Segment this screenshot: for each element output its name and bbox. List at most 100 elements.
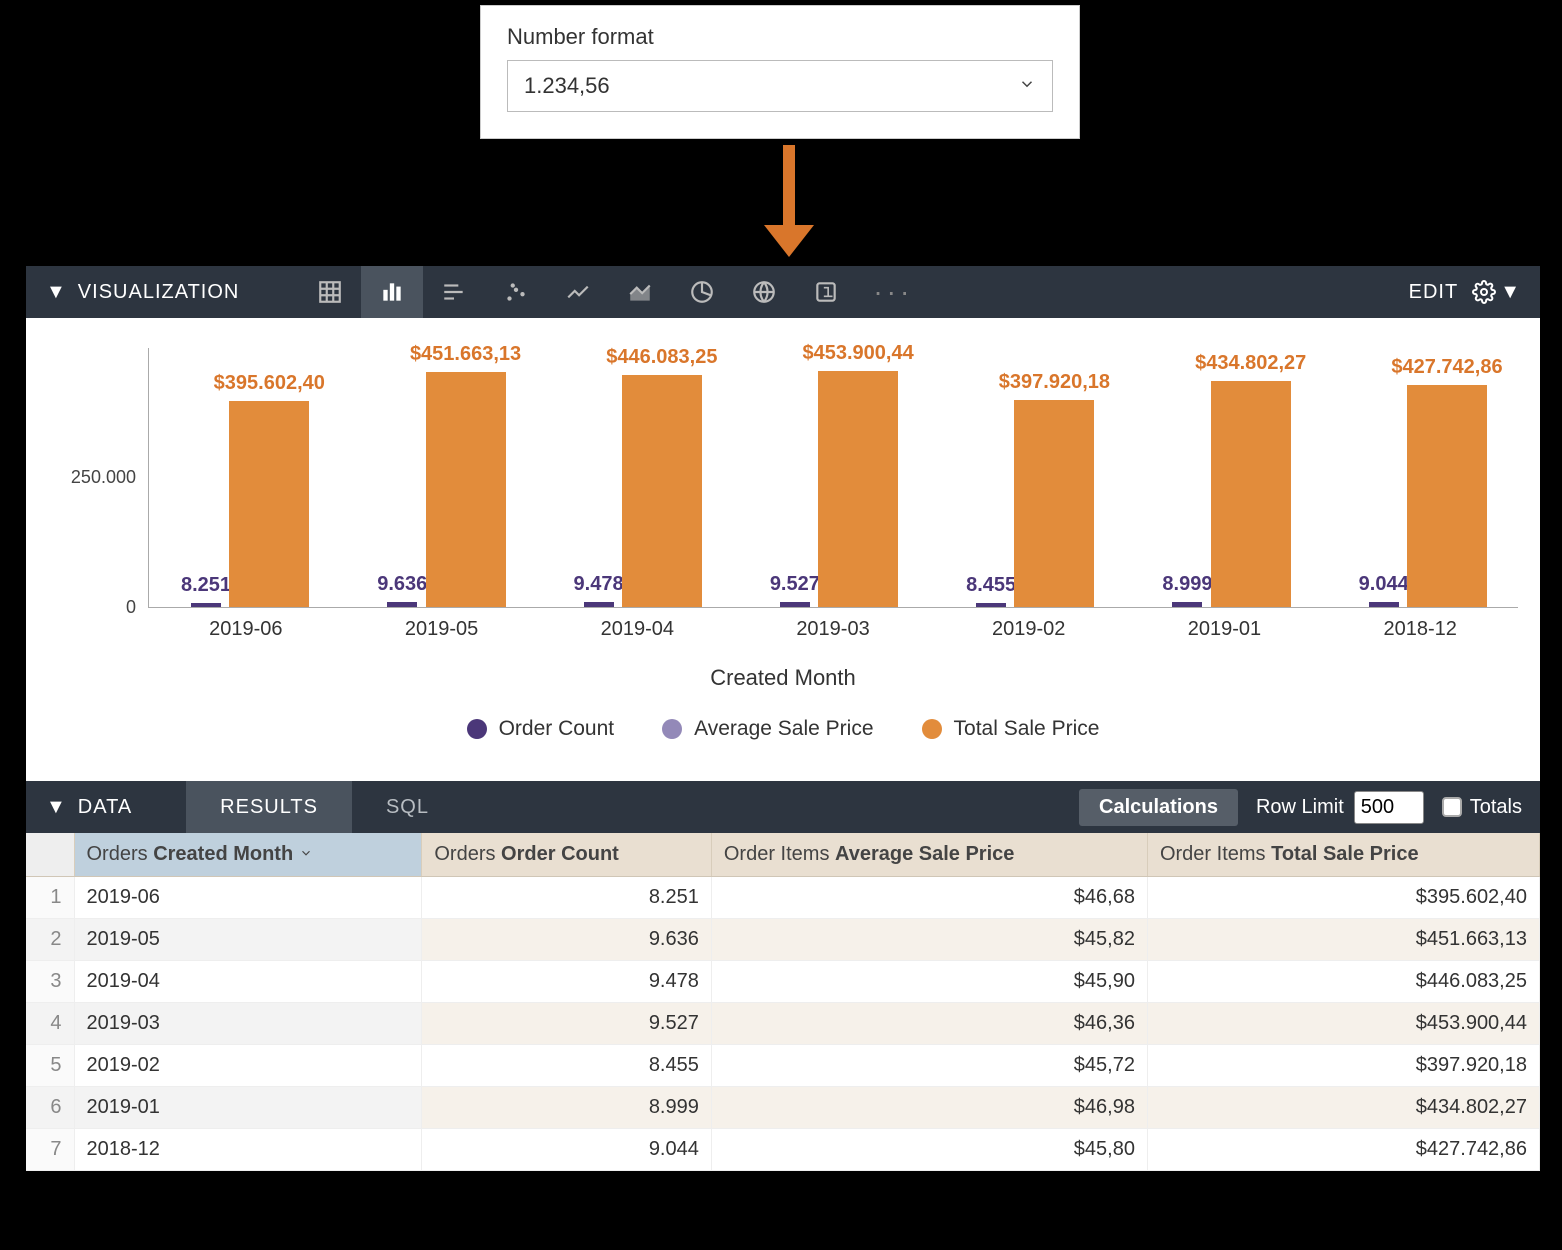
bar-order-count[interactable]: [976, 603, 1006, 607]
viz-type-column-icon[interactable]: [361, 266, 423, 318]
chart-legend: Order Count Average Sale Price Total Sale …: [48, 701, 1518, 759]
table-cell[interactable]: 2019-04: [74, 961, 422, 1003]
viz-type-area-icon[interactable]: [609, 266, 671, 318]
y-tick: 250.000: [71, 467, 136, 488]
legend-item[interactable]: Average Sale Price: [662, 717, 873, 741]
table-cell[interactable]: $453.900,44: [1147, 1003, 1539, 1045]
gear-icon[interactable]: ▼: [1472, 280, 1520, 304]
table-cell[interactable]: 2019-05: [74, 919, 422, 961]
bar-label: $434.802,27: [1171, 352, 1331, 375]
table-cell[interactable]: 8.251: [422, 877, 712, 919]
table-cell[interactable]: 2019-01: [74, 1087, 422, 1129]
number-format-label: Number format: [507, 24, 1053, 50]
table-cell[interactable]: $434.802,27: [1147, 1087, 1539, 1129]
x-category: 2019-04: [539, 608, 735, 641]
table-cell[interactable]: $446.083,25: [1147, 961, 1539, 1003]
table-row[interactable]: 62019-018.999$46,98$434.802,27: [26, 1087, 1540, 1129]
table-cell[interactable]: $397.920,18: [1147, 1045, 1539, 1087]
number-format-value: 1.234,56: [524, 73, 610, 99]
table-cell[interactable]: $45,82: [711, 919, 1147, 961]
table-cell[interactable]: $45,72: [711, 1045, 1147, 1087]
legend-dot-icon: [467, 719, 487, 739]
column-header[interactable]: Order Items Total Sale Price: [1147, 833, 1539, 877]
row-limit-input[interactable]: [1354, 791, 1424, 824]
viz-type-line-icon[interactable]: [547, 266, 609, 318]
table-cell[interactable]: $45,80: [711, 1129, 1147, 1171]
viz-collapse-caret[interactable]: ▼: [26, 281, 78, 304]
table-row[interactable]: 42019-039.527$46,36$453.900,44: [26, 1003, 1540, 1045]
bar-order-count[interactable]: [1172, 602, 1202, 607]
table-cell[interactable]: $46,36: [711, 1003, 1147, 1045]
bar-order-count[interactable]: [780, 602, 810, 607]
totals-checkbox[interactable]: [1442, 797, 1462, 817]
data-collapse-caret[interactable]: ▼: [26, 796, 78, 819]
table-cell[interactable]: 2019-03: [74, 1003, 422, 1045]
table-row[interactable]: 52019-028.455$45,72$397.920,18: [26, 1045, 1540, 1087]
table-cell[interactable]: $395.602,40: [1147, 877, 1539, 919]
bar-total-sale-price[interactable]: [1407, 385, 1487, 607]
table-cell[interactable]: 8.999: [422, 1087, 712, 1129]
viz-type-table-icon[interactable]: [299, 266, 361, 318]
table-row[interactable]: 12019-068.251$46,68$395.602,40: [26, 877, 1540, 919]
bar-order-count[interactable]: [584, 602, 614, 607]
tab-sql[interactable]: SQL: [352, 781, 463, 833]
viz-type-scatter-icon[interactable]: [485, 266, 547, 318]
viz-type-bar-icon[interactable]: [423, 266, 485, 318]
x-axis-labels: 2019-062019-052019-042019-032019-022019-…: [148, 608, 1518, 641]
table-row[interactable]: 32019-049.478$45,90$446.083,25: [26, 961, 1540, 1003]
table-cell[interactable]: 2018-12: [74, 1129, 422, 1171]
bar-order-count[interactable]: [387, 602, 417, 607]
row-number: 6: [26, 1087, 74, 1129]
table-cell[interactable]: 9.478: [422, 961, 712, 1003]
table-cell[interactable]: 2019-02: [74, 1045, 422, 1087]
legend-item[interactable]: Order Count: [467, 717, 615, 741]
number-format-select[interactable]: 1.234,56: [507, 60, 1053, 112]
panel-title-visualization: VISUALIZATION: [78, 281, 300, 304]
sort-desc-icon: [299, 843, 313, 866]
table-cell[interactable]: 9.636: [422, 919, 712, 961]
viz-type-pie-icon[interactable]: [671, 266, 733, 318]
row-number-header: [26, 833, 74, 877]
bar-total-sale-price[interactable]: [426, 372, 506, 607]
arrow-diagram: [764, 145, 814, 257]
bar-total-sale-price[interactable]: [229, 401, 309, 607]
more-icon[interactable]: ···: [857, 276, 929, 308]
table-cell[interactable]: 9.527: [422, 1003, 712, 1045]
table-cell[interactable]: $46,98: [711, 1087, 1147, 1129]
x-category: 2019-02: [931, 608, 1127, 641]
totals-label: Totals: [1470, 796, 1522, 819]
table-cell[interactable]: 9.044: [422, 1129, 712, 1171]
number-format-card: Number format 1.234,56: [480, 5, 1080, 139]
bar-total-sale-price[interactable]: [1211, 381, 1291, 607]
table-cell[interactable]: $427.742,86: [1147, 1129, 1539, 1171]
column-header[interactable]: Orders Order Count: [422, 833, 712, 877]
bar-group: 9.636$451.663,13: [345, 348, 541, 607]
table-row[interactable]: 22019-059.636$45,82$451.663,13: [26, 919, 1540, 961]
viz-type-map-icon[interactable]: [733, 266, 795, 318]
table-cell[interactable]: 2019-06: [74, 877, 422, 919]
tab-results[interactable]: RESULTS: [186, 781, 352, 833]
legend-item[interactable]: Total Sale Price: [922, 717, 1100, 741]
edit-button[interactable]: EDIT: [1409, 281, 1459, 304]
y-tick: 0: [126, 597, 136, 618]
table-cell[interactable]: 8.455: [422, 1045, 712, 1087]
table-row[interactable]: 72018-129.044$45,80$427.742,86: [26, 1129, 1540, 1171]
bar-total-sale-price[interactable]: [818, 371, 898, 607]
column-header[interactable]: Order Items Average Sale Price: [711, 833, 1147, 877]
viz-type-single-icon[interactable]: [795, 266, 857, 318]
x-category: 2019-06: [148, 608, 344, 641]
row-number: 5: [26, 1045, 74, 1087]
column-header[interactable]: Orders Created Month: [74, 833, 422, 877]
table-cell[interactable]: $451.663,13: [1147, 919, 1539, 961]
y-axis: 0250.000: [48, 348, 148, 608]
table-cell[interactable]: $45,90: [711, 961, 1147, 1003]
bar-order-count[interactable]: [191, 603, 221, 607]
table-cell[interactable]: $46,68: [711, 877, 1147, 919]
bar-total-sale-price[interactable]: [1014, 400, 1094, 607]
bar-group: 8.999$434.802,27: [1130, 348, 1326, 607]
bar-total-sale-price[interactable]: [622, 375, 702, 607]
bar-label: $427.742,86: [1367, 356, 1527, 379]
bar-order-count[interactable]: [1369, 602, 1399, 607]
calculations-button[interactable]: Calculations: [1079, 789, 1238, 826]
bar-label: $397.920,18: [974, 371, 1134, 394]
